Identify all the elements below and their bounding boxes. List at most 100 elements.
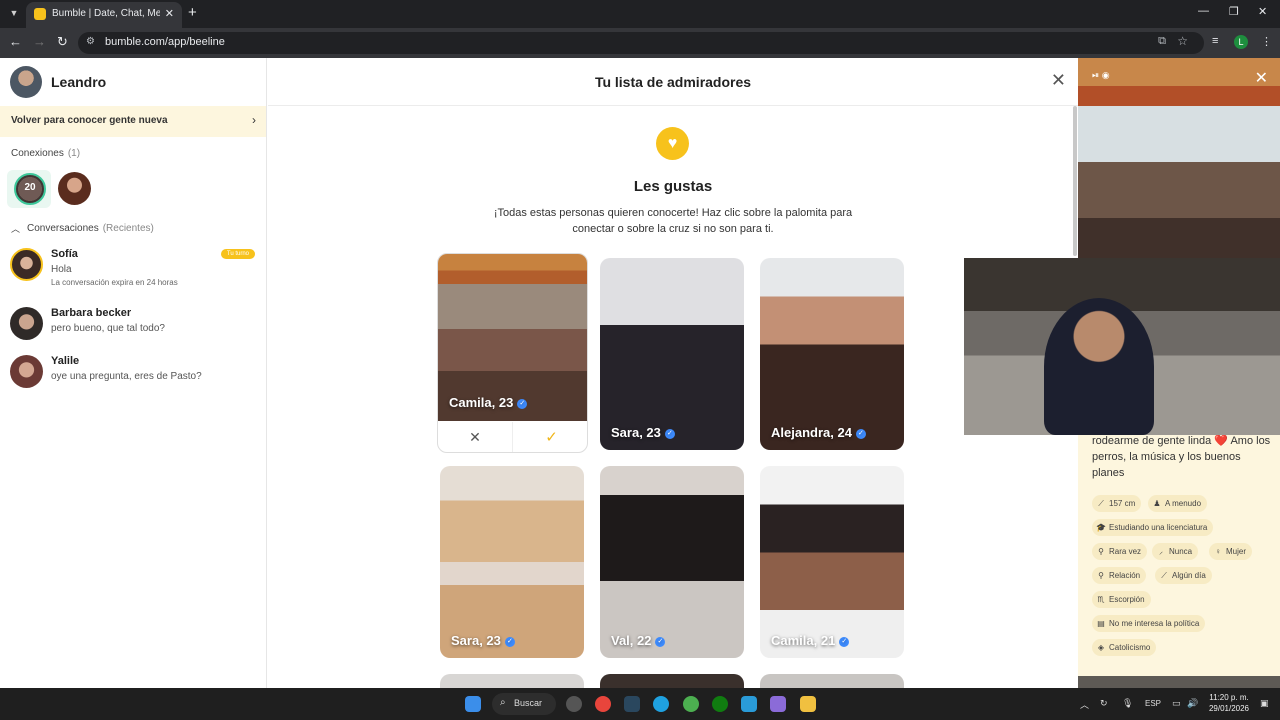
conversation-avatar — [10, 355, 43, 388]
notifications-icon[interactable]: ▣ — [1260, 698, 1269, 709]
admirer-card[interactable]: Camila, 23 ✓ ✕ ✓ — [437, 253, 588, 453]
conversation-item[interactable]: Barbara becker pero bueno, que tal todo? — [0, 303, 266, 347]
admirer-card-partial[interactable] — [760, 674, 904, 688]
browser-tab-bar: ▼ Bumble | Date, Chat, Meet New ✕ + — ❐ … — [0, 0, 1280, 28]
windows-start-icon[interactable] — [465, 696, 481, 712]
chip-kids: ⟋ Algún día — [1155, 567, 1212, 584]
conversation-avatar — [10, 307, 43, 340]
address-bar[interactable]: ⚙ bumble.com/app/beeline ⧉ ☆ — [78, 32, 1204, 54]
conversations-heading[interactable]: Conversaciones (Recientes) — [27, 223, 154, 234]
admirer-card-partial[interactable] — [440, 674, 584, 688]
photos-icon[interactable] — [741, 696, 757, 712]
tab-close-icon[interactable]: ✕ — [165, 7, 174, 20]
language-indicator[interactable]: ESP — [1145, 699, 1161, 708]
windows-taskbar: ⌕ Buscar ︿ ↻ 🎙 ESP ▭ 🔊 11:20 p. m. 29/01… — [0, 688, 1280, 720]
xbox-icon[interactable] — [712, 696, 728, 712]
ballot-icon: ▤ — [1097, 619, 1105, 628]
network-icon[interactable]: ▭ — [1172, 698, 1181, 709]
chip-label: Nunca — [1169, 547, 1193, 556]
media-control-icon[interactable]: ≡ — [1212, 35, 1218, 47]
collapse-caret-icon[interactable]: ︿ — [11, 222, 20, 235]
chip-label: Escorpión — [1109, 595, 1145, 604]
forward-icon[interactable]: → — [33, 34, 46, 49]
connections-count: (1) — [67, 148, 81, 159]
admirer-card[interactable]: Sara, 23 ✓ — [440, 466, 584, 658]
bookmark-star-icon[interactable]: ☆ — [1177, 34, 1188, 48]
chip-smoking: ⸝ Nunca — [1152, 543, 1199, 560]
browser-tab[interactable]: Bumble | Date, Chat, Meet New ✕ — [26, 2, 182, 28]
conversation-avatar — [10, 248, 43, 281]
taskbar-search[interactable]: ⌕ Buscar — [492, 693, 556, 715]
url-text[interactable]: bumble.com/app/beeline — [105, 36, 225, 48]
admirer-label: Val, 22 ✓ — [611, 633, 666, 648]
connections-heading: Conexiones (1) — [11, 148, 80, 159]
conversation-item[interactable]: Sofía Hola La conversación expira en 24 … — [0, 244, 266, 288]
clock-date: 29/01/2026 — [1208, 704, 1250, 713]
app-icon[interactable] — [566, 696, 582, 712]
chip-education: 🎓 Estudiando una licenciatura — [1092, 519, 1214, 536]
admirer-card[interactable]: Sara, 23 ✓ — [600, 258, 744, 450]
microphone-icon[interactable]: 🎙 — [1122, 698, 1133, 709]
chip-star-sign: ♏ Escorpión — [1092, 591, 1151, 608]
scrollbar[interactable] — [1073, 106, 1077, 256]
tab-title: Bumble | Date, Chat, Meet New — [52, 8, 160, 19]
close-icon[interactable]: ✕ — [1051, 70, 1066, 91]
webcam-overlay — [964, 258, 1280, 435]
conversation-expiry: La conversación expira en 24 horas — [51, 278, 178, 287]
clock[interactable]: 11:20 p. m. 29/01/2026 — [1204, 692, 1254, 714]
translate-icon[interactable]: ⧉ — [1158, 35, 1166, 48]
chip-label: Rara vez — [1109, 547, 1142, 556]
conversation-name: Barbara becker — [51, 307, 132, 319]
beeline-connection[interactable]: 20 — [7, 170, 51, 208]
chrome-menu-icon[interactable]: ⋮ — [1261, 35, 1272, 48]
reject-button[interactable]: ✕ — [438, 422, 513, 452]
chip-label: Estudiando una licenciatura — [1109, 523, 1208, 532]
user-avatar[interactable] — [10, 66, 42, 98]
admirer-card[interactable]: Val, 22 ✓ — [600, 466, 744, 658]
chevron-right-icon: › — [252, 113, 256, 127]
profile-avatar[interactable]: L — [1234, 35, 1248, 49]
file-explorer-icon[interactable] — [800, 696, 816, 712]
new-tab-icon[interactable]: + — [188, 4, 197, 21]
restore-icon[interactable]: ❐ — [1229, 5, 1239, 18]
beeline-count: 20 — [24, 182, 36, 193]
back-to-swipe-button[interactable]: Volver para conocer gente nueva › — [0, 106, 266, 137]
overlay-close-icon[interactable]: ✕ — [1255, 68, 1268, 88]
edge-icon[interactable] — [653, 696, 669, 712]
back-to-swipe-label: Volver para conocer gente nueva — [11, 115, 168, 126]
ruler-icon: ⟋ — [1098, 499, 1104, 508]
conversations-label: Conversaciones — [27, 223, 99, 234]
tray-chevron-icon[interactable]: ︿ — [1080, 698, 1089, 711]
minimize-icon[interactable]: — — [1198, 5, 1209, 17]
likes-title: Les gustas — [633, 178, 713, 195]
admirer-label: Alejandra, 24 ✓ — [771, 425, 866, 440]
conversation-item[interactable]: Yalile oye una pregunta, eres de Pasto? — [0, 351, 266, 395]
chrome-alt-icon[interactable] — [683, 696, 699, 712]
sync-icon[interactable]: ↻ — [1100, 698, 1108, 709]
copilot-icon[interactable] — [770, 696, 786, 712]
back-icon[interactable]: ← — [9, 34, 22, 49]
praying-hands-icon: ◈ — [1097, 643, 1105, 652]
admirer-card[interactable]: Camila, 21 ✓ — [760, 466, 904, 658]
window-close-icon[interactable]: ✕ — [1258, 5, 1267, 18]
user-name[interactable]: Leandro — [51, 74, 106, 90]
chrome-icon[interactable] — [595, 696, 611, 712]
admirer-card-partial[interactable] — [600, 674, 744, 688]
reload-icon[interactable]: ↻ — [57, 34, 68, 50]
site-info-icon[interactable]: ⚙ — [86, 36, 95, 47]
magnifier-icon: ⚲ — [1098, 571, 1104, 580]
conversation-name: Sofía — [51, 248, 78, 260]
steam-icon[interactable] — [624, 696, 640, 712]
likes-description: ¡Todas estas personas quieren conocerte!… — [493, 207, 853, 235]
admirer-name: Camila, 21 — [771, 633, 836, 648]
heart-icon: ♥ — [656, 127, 689, 160]
accept-button[interactable]: ✓ — [514, 422, 587, 452]
admirer-label: Camila, 21 ✓ — [771, 633, 850, 648]
verified-icon: ✓ — [839, 636, 850, 647]
volume-icon[interactable]: 🔊 — [1187, 698, 1198, 709]
tab-search-icon[interactable]: ▼ — [6, 5, 22, 21]
verified-icon: ✓ — [855, 428, 866, 439]
admirer-card[interactable]: Alejandra, 24 ✓ — [760, 258, 904, 450]
your-turn-badge: Tu turno — [220, 249, 255, 259]
connection-avatar[interactable] — [58, 172, 91, 205]
